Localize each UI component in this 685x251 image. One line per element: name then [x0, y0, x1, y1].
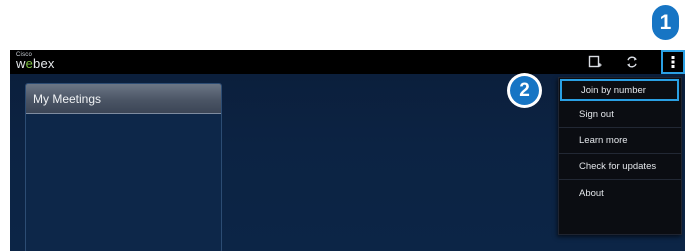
- action-bar: Cisco webex: [10, 50, 685, 74]
- new-meeting-button[interactable]: [587, 54, 603, 70]
- menu-item-about[interactable]: About: [559, 180, 681, 206]
- menu-item-check-for-updates[interactable]: Check for updates: [559, 154, 681, 180]
- menu-item-join-by-number[interactable]: Join by number: [560, 79, 679, 101]
- sync-button[interactable]: [624, 54, 640, 70]
- sync-icon: [627, 56, 637, 68]
- webex-logo: Cisco webex: [16, 52, 66, 72]
- overflow-menu-icon: [671, 56, 675, 68]
- menu-item-learn-more[interactable]: Learn more: [559, 128, 681, 154]
- logo-wordmark: webex: [16, 56, 55, 71]
- callout-badge-2: 2: [510, 76, 539, 105]
- menu-item-sign-out[interactable]: Sign out: [559, 102, 681, 128]
- my-meetings-panel: My Meetings: [25, 83, 222, 251]
- my-meetings-header: My Meetings: [26, 84, 221, 114]
- new-meeting-icon: [588, 55, 602, 68]
- callout-badge-1: 1: [652, 5, 679, 40]
- overflow-menu-button[interactable]: [661, 50, 685, 74]
- overflow-menu: Join by number Sign out Learn more Check…: [558, 77, 682, 235]
